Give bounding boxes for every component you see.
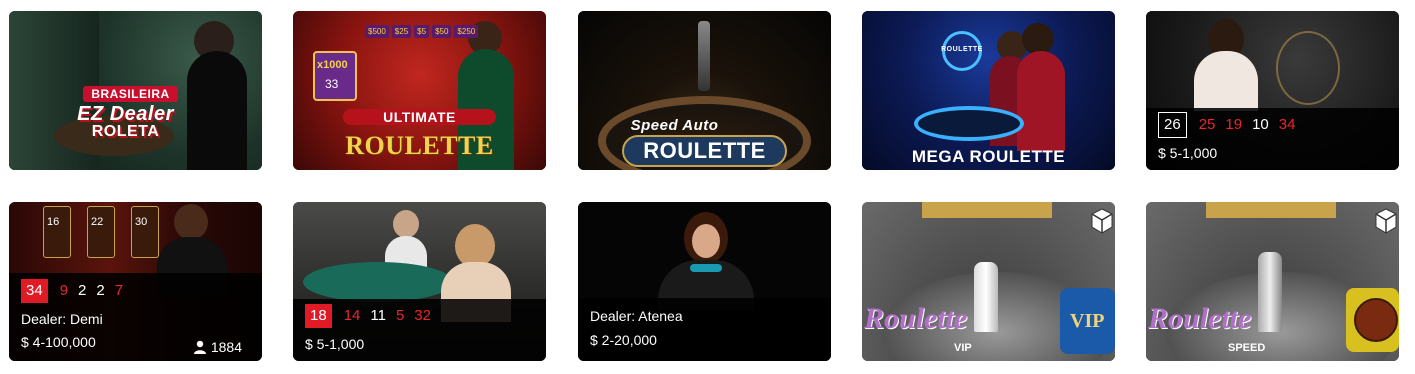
vip-badge: VIP bbox=[1070, 310, 1105, 332]
result-number: 10 bbox=[1252, 116, 1269, 133]
result-number: 25 bbox=[1198, 116, 1216, 133]
recent-results: 18 14 11 5 32 bbox=[305, 302, 534, 330]
cube-3d-icon bbox=[1091, 208, 1113, 234]
tile-title: ROULETTE bbox=[622, 135, 787, 167]
bonus-label: $5 bbox=[414, 25, 430, 38]
result-number: 34 bbox=[1278, 116, 1296, 133]
result-number-latest: 18 bbox=[305, 304, 332, 328]
game-tile-dealer-demi[interactable]: 16 22 30 34 9 2 2 7 Dealer: Demi $ 4-100… bbox=[9, 202, 262, 361]
result-number: 2 bbox=[78, 282, 87, 299]
result-number: 32 bbox=[414, 307, 431, 324]
result-number: 9 bbox=[59, 282, 69, 299]
tile-info-panel: 26 25 19 10 34 $ 5-1,000 bbox=[1146, 108, 1399, 170]
dealer-name: Dealer: Demi bbox=[21, 311, 103, 327]
tile-title: MEGA ROULETTE bbox=[911, 147, 1066, 166]
tile-artwork bbox=[862, 202, 1115, 361]
multiplier-label: 22 bbox=[91, 216, 104, 228]
multiplier-badge: x1000 bbox=[317, 59, 348, 71]
tile-title: Roulette bbox=[1148, 302, 1252, 335]
tile-artwork bbox=[1146, 202, 1399, 361]
tile-subtitle: VIP bbox=[954, 342, 972, 354]
player-count-value: 1884 bbox=[210, 339, 242, 355]
game-tile-brasileira-ez-dealer-roleta[interactable]: BRASILEIRA EZ Dealer ROLETA bbox=[9, 11, 262, 170]
game-tile-live-roulette-1[interactable]: 26 25 19 10 34 $ 5-1,000 bbox=[1146, 11, 1399, 170]
game-tile-live-roulette-2[interactable]: 18 14 11 5 32 $ 5-1,000 bbox=[293, 202, 546, 361]
game-tile-roulette-vip[interactable]: VIP Roulette VIP bbox=[862, 202, 1115, 361]
result-number: 2 bbox=[96, 282, 105, 299]
result-number: 14 bbox=[343, 307, 361, 324]
tile-subtitle: ULTIMATE bbox=[343, 109, 496, 125]
multiplier-label: 30 bbox=[135, 216, 148, 228]
tile-subtitle: BRASILEIRA bbox=[83, 86, 178, 102]
game-tile-mega-roulette[interactable]: ROULETTE MEGA ROULETTE bbox=[862, 11, 1115, 170]
game-tile-roulette-speed[interactable]: Roulette SPEED bbox=[1146, 202, 1399, 361]
multiplier-badge: 33 bbox=[325, 77, 339, 91]
bonus-label: $250 bbox=[454, 25, 479, 38]
tile-logo-text: ROULETTE bbox=[941, 46, 983, 53]
result-number: 7 bbox=[114, 282, 124, 299]
tile-info-panel: 18 14 11 5 32 $ 5-1,000 bbox=[293, 299, 546, 361]
tile-subtitle: Speed Auto bbox=[630, 117, 719, 134]
bonus-label: $50 bbox=[432, 25, 452, 38]
tile-title: ROULETTE bbox=[345, 131, 494, 160]
result-number: 5 bbox=[395, 307, 405, 324]
bonus-label: $25 bbox=[391, 25, 412, 38]
tile-info-panel: Dealer: Atenea $ 2-20,000 bbox=[578, 298, 831, 361]
dealer-name: Dealer: Atenea bbox=[590, 308, 683, 324]
bet-limits: $ 5-1,000 bbox=[1158, 145, 1218, 161]
result-number-latest: 34 bbox=[21, 279, 48, 303]
tile-title: Roulette bbox=[864, 302, 968, 335]
multiplier-label: 16 bbox=[47, 216, 60, 228]
bet-limits: $ 2-20,000 bbox=[590, 332, 657, 348]
game-tile-ultimate-roulette[interactable]: $500 $25 $5 $50 $250 x1000 33 ULTIMATE R… bbox=[293, 11, 546, 170]
bet-limits: $ 5-1,000 bbox=[305, 336, 365, 352]
result-number: 19 bbox=[1225, 116, 1243, 133]
result-number-latest: 26 bbox=[1158, 112, 1187, 138]
tile-subtitle: SPEED bbox=[1228, 342, 1266, 354]
bonus-label: $500 bbox=[365, 25, 389, 38]
player-count: 1884 bbox=[193, 339, 242, 355]
tile-title-sub: ROLETA bbox=[91, 123, 160, 140]
game-tile-speed-auto-roulette[interactable]: Speed Auto ROULETTE bbox=[578, 11, 831, 170]
game-grid: BRASILEIRA EZ Dealer ROLETA $500 $25 $5 … bbox=[0, 0, 1415, 374]
cube-3d-icon bbox=[1375, 208, 1397, 234]
user-icon bbox=[193, 340, 206, 354]
result-number: 11 bbox=[370, 307, 386, 324]
game-tile-dealer-atenea[interactable]: Dealer: Atenea $ 2-20,000 bbox=[578, 202, 831, 361]
recent-results: 34 9 2 2 7 bbox=[21, 277, 250, 305]
recent-results: 26 25 19 10 34 bbox=[1158, 111, 1387, 139]
